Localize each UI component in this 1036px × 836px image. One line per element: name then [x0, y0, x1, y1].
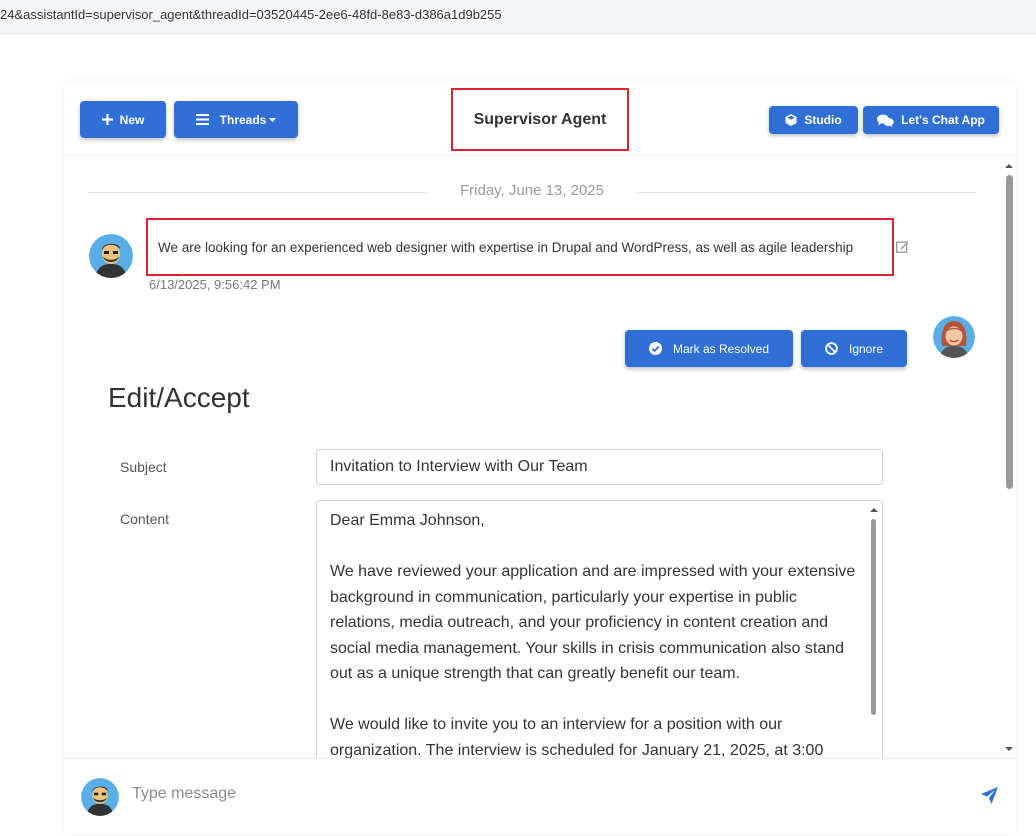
- subject-value: Invitation to Interview with Our Team: [330, 458, 588, 475]
- subject-input[interactable]: Invitation to Interview with Our Team: [316, 449, 883, 485]
- user-message-bubble: We are looking for an experienced web de…: [146, 218, 894, 276]
- send-icon[interactable]: [980, 786, 999, 805]
- date-label: Friday, June 13, 2025: [460, 182, 604, 199]
- content-paragraph: We have reviewed your application and ar…: [330, 563, 856, 682]
- chat-app: New Threads Supervisor Agent Studio Let'…: [64, 82, 1016, 834]
- content-text: Dear Emma Johnson, We have reviewed your…: [330, 508, 860, 758]
- content-paragraph: Dear Emma Johnson,: [330, 512, 485, 529]
- message-composer: Type message: [64, 758, 1016, 834]
- check-circle-icon: [648, 342, 662, 355]
- chat-bubbles-icon: [877, 114, 894, 127]
- threads-dropdown-button[interactable]: Threads: [174, 101, 298, 138]
- message-input[interactable]: Type message: [132, 785, 236, 803]
- plus-icon: [101, 114, 113, 125]
- edit-icon[interactable]: [896, 240, 909, 253]
- scroll-up-arrow-icon[interactable]: [866, 503, 882, 517]
- ignore-button[interactable]: Ignore: [801, 330, 907, 367]
- user-avatar: [89, 234, 133, 278]
- content-scrollbar-thumb[interactable]: [871, 519, 876, 715]
- subject-label: Subject: [120, 459, 167, 475]
- chat-scrollbar-thumb[interactable]: [1006, 175, 1013, 489]
- content-textarea[interactable]: Dear Emma Johnson, We have reviewed your…: [316, 500, 883, 758]
- mark-as-resolved-button[interactable]: Mark as Resolved: [625, 330, 793, 367]
- user-message-text: We are looking for an experienced web de…: [158, 240, 854, 255]
- scroll-down-arrow-icon[interactable]: [1002, 743, 1016, 755]
- ban-icon: [825, 342, 838, 355]
- chat-thread: Friday, June 13, 2025 We are looking for…: [64, 156, 1016, 758]
- page-title-text: Supervisor Agent: [473, 110, 607, 128]
- assistant-avatar: [933, 316, 975, 358]
- threads-button-label: Threads: [219, 112, 267, 127]
- top-bar: New Threads Supervisor Agent Studio Let'…: [64, 82, 1016, 156]
- page-title: Supervisor Agent: [451, 88, 629, 151]
- browser-url-bar[interactable]: 24&assistantId=supervisor_agent&threadId…: [0, 0, 1036, 34]
- menu-icon: [195, 114, 209, 125]
- edit-accept-heading: Edit/Accept: [108, 382, 250, 413]
- content-paragraph: We would like to invite you to an interv…: [330, 716, 824, 758]
- content-label: Content: [120, 511, 170, 527]
- studio-button[interactable]: Studio: [769, 106, 858, 134]
- composer-avatar: [81, 778, 119, 816]
- new-button[interactable]: New: [80, 101, 166, 138]
- message-timestamp: 6/13/2025, 9:56:42 PM: [149, 277, 281, 292]
- date-divider: Friday, June 13, 2025: [88, 182, 976, 202]
- scroll-up-arrow-icon[interactable]: [1002, 160, 1016, 172]
- cube-icon: [785, 114, 797, 126]
- mark-as-resolved-label: Mark as Resolved: [672, 341, 770, 356]
- ignore-label: Ignore: [848, 341, 884, 356]
- chat-scrollbar[interactable]: [1002, 160, 1016, 760]
- studio-button-label: Studio: [804, 113, 842, 127]
- message-input-placeholder: Type message: [132, 785, 237, 802]
- url-text: 24&assistantId=supervisor_agent&threadId…: [0, 7, 502, 22]
- caret-down-icon: [269, 117, 277, 122]
- lets-chat-app-label: Let's Chat App: [901, 113, 985, 127]
- new-button-label: New: [119, 112, 145, 127]
- content-scrollbar[interactable]: [866, 501, 882, 758]
- lets-chat-app-button[interactable]: Let's Chat App: [863, 106, 999, 134]
